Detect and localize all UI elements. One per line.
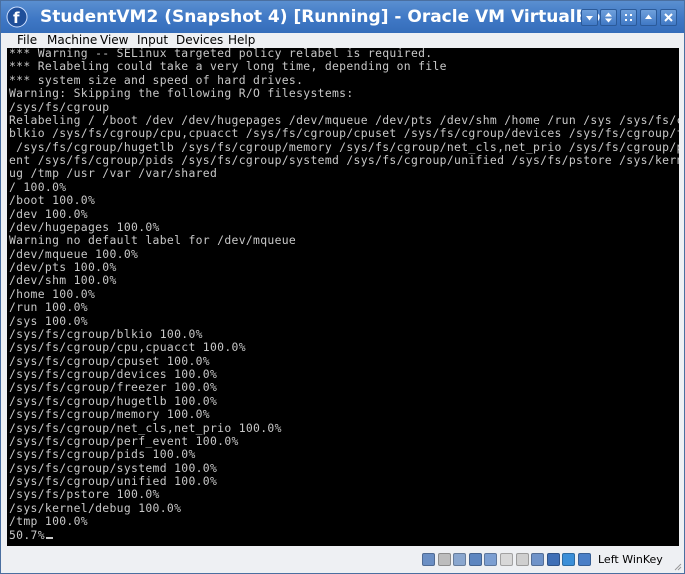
console-line: Warning: Skipping the following R/O file…: [9, 86, 354, 101]
close-button[interactable]: [660, 9, 677, 26]
console-line: /dev/mqueue 100.0%: [9, 246, 139, 261]
console-line: /sys/fs/cgroup/blkio 100.0%: [9, 326, 203, 341]
console-line: /tmp 100.0%: [9, 514, 88, 529]
dots-grid-icon: [625, 14, 632, 21]
resize-grip-icon[interactable]: [674, 563, 682, 571]
console-line: /sys/fs/cgroup/hugetlb /sys/fs/cgroup/me…: [9, 139, 679, 154]
video-capture-icon[interactable]: [531, 553, 545, 566]
menu-bar: File Machine View Input Devices Help: [1, 33, 684, 48]
minimize-button[interactable]: [620, 9, 637, 26]
vm-display[interactable]: *** Warning -- SELinux targeted policy r…: [7, 48, 679, 546]
console-line: /dev 100.0%: [9, 206, 88, 221]
virtualization-icon[interactable]: [546, 553, 560, 566]
console-line: *** Relabeling could take a very long ti…: [9, 59, 447, 74]
text-cursor: [45, 536, 53, 539]
display-icon[interactable]: [515, 553, 529, 566]
svg-text:f: f: [13, 9, 20, 27]
shared-folders-icon[interactable]: [500, 553, 513, 566]
console-line: /home 100.0%: [9, 286, 96, 301]
arrow-up-icon: [645, 14, 652, 19]
console-line: /run 100.0%: [9, 300, 88, 315]
audio-icon[interactable]: [453, 553, 467, 566]
console-line: /sys/fs/cgroup/cpuset 100.0%: [9, 353, 210, 368]
console-line: Relabeling / /boot /dev /dev/hugepages /…: [9, 112, 679, 127]
console-line: / 100.0%: [9, 179, 67, 194]
console-output: *** Warning -- SELinux targeted policy r…: [9, 48, 679, 542]
keyboard-icon[interactable]: [578, 553, 591, 566]
console-line: /sys/fs/cgroup/systemd 100.0%: [9, 460, 218, 475]
console-line: /sys/fs/cgroup/pids 100.0%: [9, 447, 196, 462]
mouse-integration-icon[interactable]: [562, 553, 576, 566]
arrow-down-icon: [586, 16, 593, 21]
virtualbox-fedora-icon[interactable]: f: [6, 6, 28, 28]
virtualbox-window: f StudentVM2 (Snapshot 4) [Running] - Or…: [0, 0, 685, 574]
console-line: /sys/fs/cgroup: [9, 99, 110, 114]
menu-view[interactable]: View: [100, 33, 128, 48]
network-icon[interactable]: [468, 553, 482, 566]
menu-help[interactable]: Help: [228, 33, 255, 48]
console-line: ug /tmp /usr /var /var/shared: [9, 166, 218, 181]
console-line: /boot 100.0%: [9, 193, 96, 208]
console-line: /sys/kernel/debug 100.0%: [9, 500, 182, 515]
usb-icon[interactable]: [484, 553, 498, 566]
optical-drive-icon[interactable]: [437, 553, 451, 566]
console-line: Warning no default label for /dev/mqueue: [9, 233, 297, 248]
title-bar[interactable]: f StudentVM2 (Snapshot 4) [Running] - Or…: [1, 1, 684, 33]
console-line: /sys/fs/cgroup/hugetlb 100.0%: [9, 393, 218, 408]
console-line: /sys/fs/pstore 100.0%: [9, 487, 160, 502]
menu-devices[interactable]: Devices: [176, 33, 223, 48]
arrows-up-down-icon: [605, 12, 612, 23]
host-key-label: Left WinKey: [598, 553, 663, 566]
console-line: /sys/fs/cgroup/unified 100.0%: [9, 474, 218, 488]
scroll-up-down-button[interactable]: [600, 9, 617, 26]
console-line: /sys/fs/cgroup/memory 100.0%: [9, 407, 210, 422]
console-line: ent /sys/fs/cgroup/pids /sys/fs/cgroup/s…: [9, 153, 679, 167]
status-bar: Left WinKey: [1, 546, 684, 573]
maximize-button[interactable]: [640, 9, 657, 26]
console-line: /dev/hugepages 100.0%: [9, 219, 160, 234]
hard-disk-icon[interactable]: [422, 553, 435, 566]
console-line: /sys/fs/cgroup/cpu,cpuacct 100.0%: [9, 340, 246, 355]
menu-file[interactable]: File: [17, 33, 37, 48]
close-icon: [664, 13, 673, 22]
console-line: /sys 100.0%: [9, 313, 88, 328]
console-prompt-line: 50.7%: [9, 527, 679, 542]
console-line: /dev/shm 100.0%: [9, 273, 117, 288]
console-line: /sys/fs/cgroup/net_cls,net_prio 100.0%: [9, 420, 282, 435]
console-line: /sys/fs/cgroup/freezer 100.0%: [9, 380, 218, 395]
progress-text: 50.7%: [9, 527, 45, 542]
console-line: /sys/fs/cgroup/devices 100.0%: [9, 367, 218, 381]
console-line: /dev/pts 100.0%: [9, 260, 117, 274]
window-title: StudentVM2 (Snapshot 4) [Running] - Orac…: [40, 7, 612, 27]
console-line: *** system size and speed of hard drives…: [9, 72, 304, 87]
console-line: /sys/fs/cgroup/perf_event 100.0%: [9, 433, 239, 448]
menu-input[interactable]: Input: [137, 33, 168, 48]
menu-machine[interactable]: Machine: [47, 33, 97, 48]
scroll-down-button[interactable]: [581, 9, 598, 26]
console-line: blkio /sys/fs/cgroup/cpu,cpuacct /sys/fs…: [9, 126, 679, 141]
